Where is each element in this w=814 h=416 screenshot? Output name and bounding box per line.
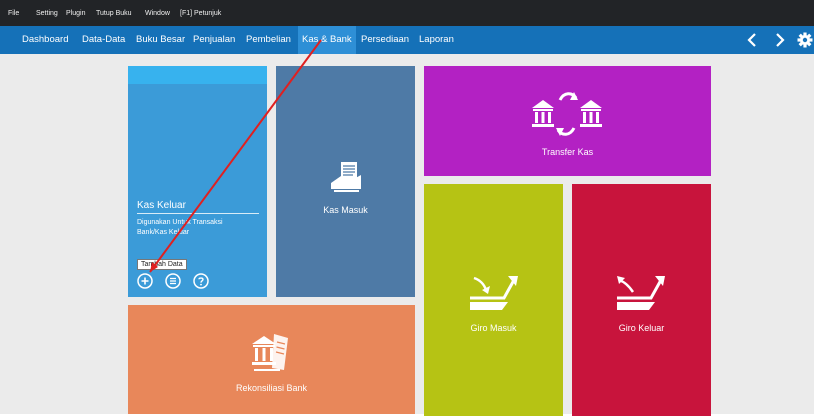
annotation-arrow <box>149 39 322 273</box>
